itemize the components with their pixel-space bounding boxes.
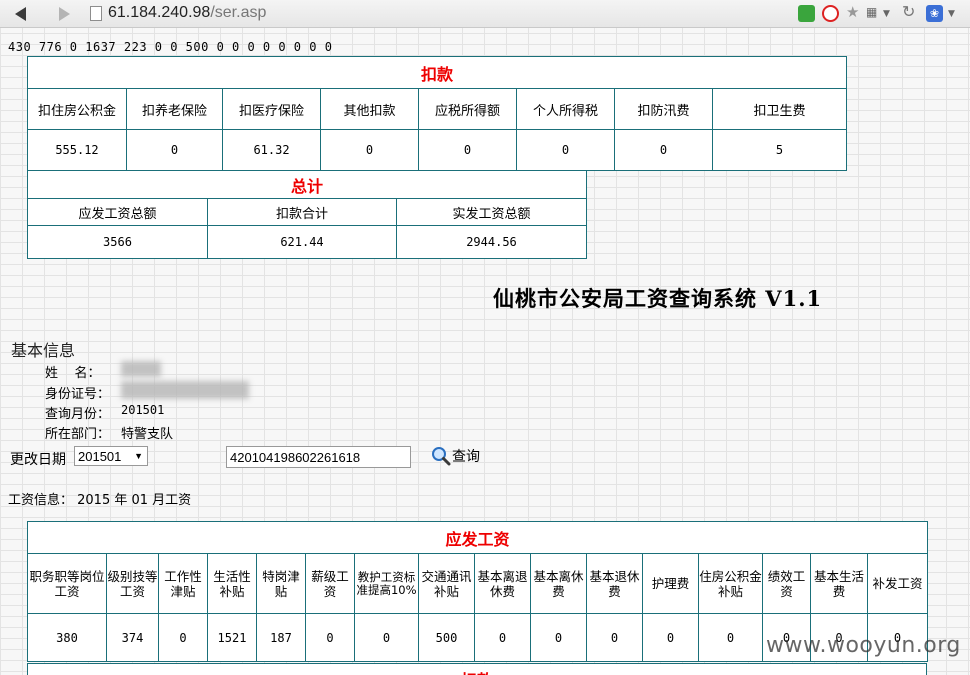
chevron-down-icon[interactable]: ▼ [948, 9, 965, 26]
id-label: 身份证号： [45, 387, 111, 402]
table-header: 扣医疗保险 [222, 88, 321, 130]
deductions-table-repeat: 扣款 [27, 663, 927, 675]
address-bar[interactable]: 61.184.240.98/ser.asp [108, 4, 266, 22]
table-cell: 0 [354, 613, 419, 662]
system-title: 仙桃市公安局工资查询系统 V1.1 [493, 286, 823, 311]
chevron-down-icon[interactable]: ▼ [883, 9, 900, 26]
summary-title: 总计 [27, 170, 587, 199]
month-select-value: 201501 [78, 449, 122, 464]
table-cell: 500 [418, 613, 475, 662]
name-redacted [121, 361, 161, 377]
deductions-repeat-title: 扣款 [27, 663, 927, 675]
table-header: 护理费 [642, 553, 699, 614]
table-header: 生活性补贴 [207, 553, 257, 614]
table-cell: 0 [516, 129, 615, 171]
table-cell: 555.12 [27, 129, 127, 171]
table-header: 交通通讯补贴 [418, 553, 475, 614]
qr-code-icon[interactable]: ▦ [866, 5, 883, 22]
bookmark-star-icon[interactable]: ★ [846, 3, 863, 21]
month-select[interactable]: 201501 ▼ [74, 446, 148, 466]
watermark: www.wooyun.org [766, 633, 961, 658]
table-header: 扣住房公积金 [27, 88, 127, 130]
table-cell: 0 [530, 613, 587, 662]
table-cell: 0 [418, 129, 517, 171]
table-header: 教护工资标准提高10% [354, 553, 419, 614]
table-cell: 0 [586, 613, 643, 662]
month-label: 查询月份： [45, 407, 111, 422]
table-header: 薪级工资 [305, 553, 355, 614]
table-cell: 0 [320, 129, 419, 171]
table-header: 职务职等岗位工资 [27, 553, 107, 614]
table-header: 扣防汛费 [614, 88, 713, 130]
forward-arrow-icon[interactable] [55, 6, 73, 22]
table-header: 补发工资 [866, 553, 929, 614]
deductions-table: 扣款 扣住房公积金 扣养老保险 扣医疗保险 其他扣款 应税所得额 个人所得税 扣… [26, 56, 848, 171]
send-extension-icon[interactable] [798, 5, 815, 22]
table-cell: 0 [614, 129, 713, 171]
table-cell: 0 [158, 613, 208, 662]
table-cell: 0 [474, 613, 531, 662]
dept-value: 特警支队 [121, 427, 174, 442]
table-cell: 0 [642, 613, 699, 662]
query-button-label: 查询 [452, 449, 480, 465]
table-cell: 380 [27, 613, 107, 662]
month-value: 201501 [121, 403, 165, 417]
summary-table: 总计 应发工资总额 扣款合计 实发工资总额 3566 621.44 2944.5… [27, 170, 587, 259]
table-cell: 5 [711, 129, 848, 171]
table-cell: 621.44 [207, 225, 397, 259]
table-header: 基本生活费 [810, 553, 868, 614]
query-button[interactable]: 查询 [431, 445, 480, 467]
table-header: 实发工资总额 [396, 198, 587, 226]
table-cell: 0 [698, 613, 763, 662]
table-cell: 187 [256, 613, 306, 662]
table-header: 工作性津贴 [158, 553, 208, 614]
table-header: 应发工资总额 [27, 198, 208, 226]
back-arrow-icon[interactable] [12, 6, 30, 22]
raw-values-line: 430 776 0 1637 223 0 0 500 0 0 0 0 0 0 0… [8, 40, 333, 54]
id-redacted [121, 381, 249, 399]
table-cell: 1521 [207, 613, 257, 662]
table-header: 个人所得税 [516, 88, 615, 130]
basic-info-title: 基本信息 [11, 341, 76, 360]
name-label: 姓 名： [45, 366, 101, 381]
table-cell: 61.32 [222, 129, 321, 171]
chevron-down-icon: ▼ [134, 451, 143, 461]
table-header: 基本离退休费 [474, 553, 531, 614]
table-cell: 374 [106, 613, 159, 662]
table-header: 住房公积金补贴 [698, 553, 763, 614]
table-cell: 3566 [27, 225, 208, 259]
table-header: 扣卫生费 [711, 88, 848, 130]
table-header: 基本离休费 [530, 553, 587, 614]
wage-info-heading: 工资信息： 2015 年 01 月工资 [8, 493, 192, 508]
table-header: 扣养老保险 [126, 88, 223, 130]
page-icon [90, 6, 102, 21]
table-header: 扣款合计 [207, 198, 397, 226]
salary-title: 应发工资 [26, 521, 929, 554]
paw-extension-icon[interactable]: ❀ [926, 5, 943, 22]
table-header: 其他扣款 [320, 88, 419, 130]
id-number-input[interactable]: 420104198602261618 [226, 446, 411, 468]
table-header: 特岗津贴 [256, 553, 306, 614]
url-host: 61.184.240.98 [108, 4, 211, 21]
table-header: 基本退休费 [586, 553, 643, 614]
table-header: 绩效工资 [762, 553, 811, 614]
table-cell: 0 [126, 129, 223, 171]
table-cell: 0 [305, 613, 355, 662]
url-path: /ser.asp [210, 4, 267, 21]
reload-icon[interactable]: ↻ [902, 2, 919, 21]
change-date-label: 更改日期 [10, 452, 66, 468]
magnifier-icon [432, 447, 451, 466]
table-header: 应税所得额 [418, 88, 517, 130]
deductions-title: 扣款 [26, 56, 848, 89]
browser-toolbar: 61.184.240.98/ser.asp ★ ▦ ▼ ↻ ❀ ▼ [0, 0, 970, 28]
block-extension-icon[interactable] [822, 5, 839, 22]
table-header: 级别技等工资 [106, 553, 159, 614]
dept-label: 所在部门： [45, 427, 111, 442]
table-cell: 2944.56 [396, 225, 587, 259]
